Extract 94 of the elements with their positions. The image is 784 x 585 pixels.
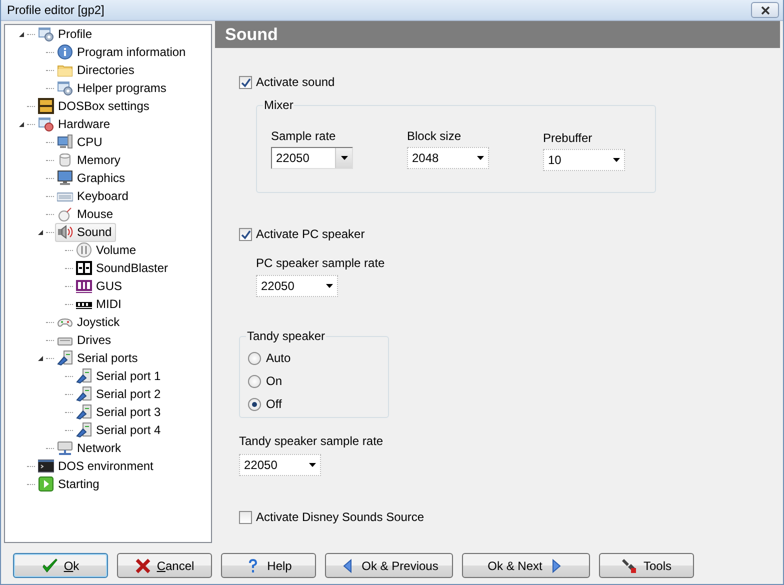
expander-icon[interactable] <box>38 356 42 360</box>
group-title: Mixer <box>263 98 294 112</box>
close-icon <box>760 4 770 16</box>
check-icon <box>240 228 251 240</box>
tree-item[interactable]: Program information <box>55 42 190 62</box>
checkbox[interactable]: Activate PC speaker <box>239 226 365 242</box>
checkbox[interactable]: Activate sound <box>239 74 335 90</box>
dropdown[interactable]: 22050 <box>239 454 321 476</box>
check-icon <box>42 558 58 574</box>
tree-item[interactable]: Serial port 4 <box>74 420 165 440</box>
start-icon <box>38 476 54 492</box>
memory-cylinder-icon <box>57 152 73 168</box>
dialog-button[interactable]: Cancel <box>117 553 212 578</box>
group-title: Tandy speaker <box>246 329 326 343</box>
window-title: Profile editor [gp2] <box>7 3 104 17</box>
card-logo-icon <box>76 260 92 276</box>
tree-item[interactable]: Serial port 1 <box>74 366 165 386</box>
serial-port-icon <box>76 368 92 384</box>
radio-button[interactable] <box>248 374 261 388</box>
check-icon <box>240 76 251 88</box>
checkbox-box[interactable] <box>239 228 252 240</box>
dropdown-arrow-icon <box>476 156 484 160</box>
dialog-button[interactable]: Ok & Next <box>462 553 590 578</box>
dropdown-arrow-icon <box>326 284 332 288</box>
tree-item[interactable]: Keyboard <box>55 186 132 206</box>
field-label: Tandy speaker sample rate <box>239 434 384 448</box>
radio-button[interactable] <box>248 352 261 364</box>
radio-option[interactable]: Auto <box>248 349 388 367</box>
tree-item[interactable]: Network <box>55 438 126 458</box>
dropdown[interactable]: 2048 <box>407 147 489 169</box>
serial-port-icon <box>76 404 92 420</box>
tree-item[interactable]: Joystick <box>55 312 124 332</box>
dropdown[interactable]: 22050 <box>256 275 338 297</box>
radio-option[interactable]: On <box>248 372 388 390</box>
serial-port-icon <box>76 422 92 438</box>
checkbox-box[interactable] <box>239 76 252 88</box>
tree-item[interactable]: DOS environment <box>36 456 158 476</box>
dropdown-arrow-icon <box>612 158 620 162</box>
tree-item[interactable]: Volume <box>74 240 140 260</box>
tools-icon <box>621 558 638 574</box>
network-icon <box>57 440 73 456</box>
dropdown-arrow-icon <box>308 463 316 467</box>
settings-window-icon <box>57 80 73 96</box>
tree-item[interactable]: DOSBox settings <box>36 96 154 116</box>
radio-button[interactable] <box>248 398 261 410</box>
close-button[interactable] <box>751 2 779 18</box>
dropdown[interactable]: 10 <box>543 149 625 171</box>
monitor-icon <box>57 170 73 186</box>
dropdown-arrow-icon <box>340 156 348 160</box>
tree-item[interactable]: GUS <box>74 276 126 296</box>
tree-item[interactable]: CPU <box>55 132 106 152</box>
tree-item[interactable]: Serial ports <box>55 348 142 368</box>
expander-icon[interactable] <box>18 122 24 126</box>
tree-item[interactable]: Hardware <box>36 114 114 134</box>
computer-icon <box>57 134 73 150</box>
expander-icon[interactable] <box>38 230 42 234</box>
dialog-button[interactable]: Help <box>221 553 316 578</box>
volume-knob-icon <box>76 242 92 258</box>
dialog-button[interactable]: Ok <box>13 553 108 578</box>
card-logo-icon <box>76 278 92 294</box>
field-label: Block size <box>407 129 462 143</box>
info-icon <box>57 44 73 60</box>
console-icon <box>38 458 54 474</box>
mouse-icon <box>57 206 73 222</box>
dialog-button[interactable]: Ok & Previous <box>325 553 453 578</box>
tree-item[interactable]: Helper programs <box>55 78 170 98</box>
tree-item[interactable]: Mouse <box>55 204 118 224</box>
tree-item[interactable]: Sound <box>55 222 116 242</box>
field-label: PC speaker sample rate <box>256 256 385 270</box>
dosbox-logo-icon <box>38 98 54 114</box>
expander-icon[interactable] <box>18 32 24 36</box>
hardware-settings-icon <box>38 116 54 132</box>
checkbox[interactable]: Activate Disney Sounds Source <box>239 509 424 525</box>
tree-item[interactable]: Drives <box>55 330 116 350</box>
dropdown[interactable]: 22050 <box>271 147 353 169</box>
tree-item[interactable]: MIDI <box>74 294 126 314</box>
dialog-button[interactable]: Tools <box>599 553 694 578</box>
speaker-icon <box>57 224 73 240</box>
tree-item[interactable]: Serial port 2 <box>74 384 165 404</box>
cross-icon <box>134 558 151 574</box>
serial-port-icon <box>57 350 73 366</box>
field-label: Prebuffer <box>543 131 594 145</box>
tree-item[interactable]: SoundBlaster <box>74 258 172 278</box>
section-header: Sound <box>215 21 780 48</box>
serial-port-icon <box>76 386 92 402</box>
checkbox-box[interactable] <box>239 510 252 524</box>
tree-item[interactable]: Memory <box>55 150 124 170</box>
tree-item[interactable]: Graphics <box>55 168 130 188</box>
tree-item[interactable]: Serial port 3 <box>74 402 165 422</box>
tree-item[interactable]: Directories <box>55 60 138 80</box>
tree-item[interactable]: Starting <box>36 474 104 494</box>
field-label: Sample rate <box>271 129 337 143</box>
tree-item[interactable]: Profile <box>36 24 96 44</box>
radio-option[interactable]: Off <box>248 395 388 413</box>
